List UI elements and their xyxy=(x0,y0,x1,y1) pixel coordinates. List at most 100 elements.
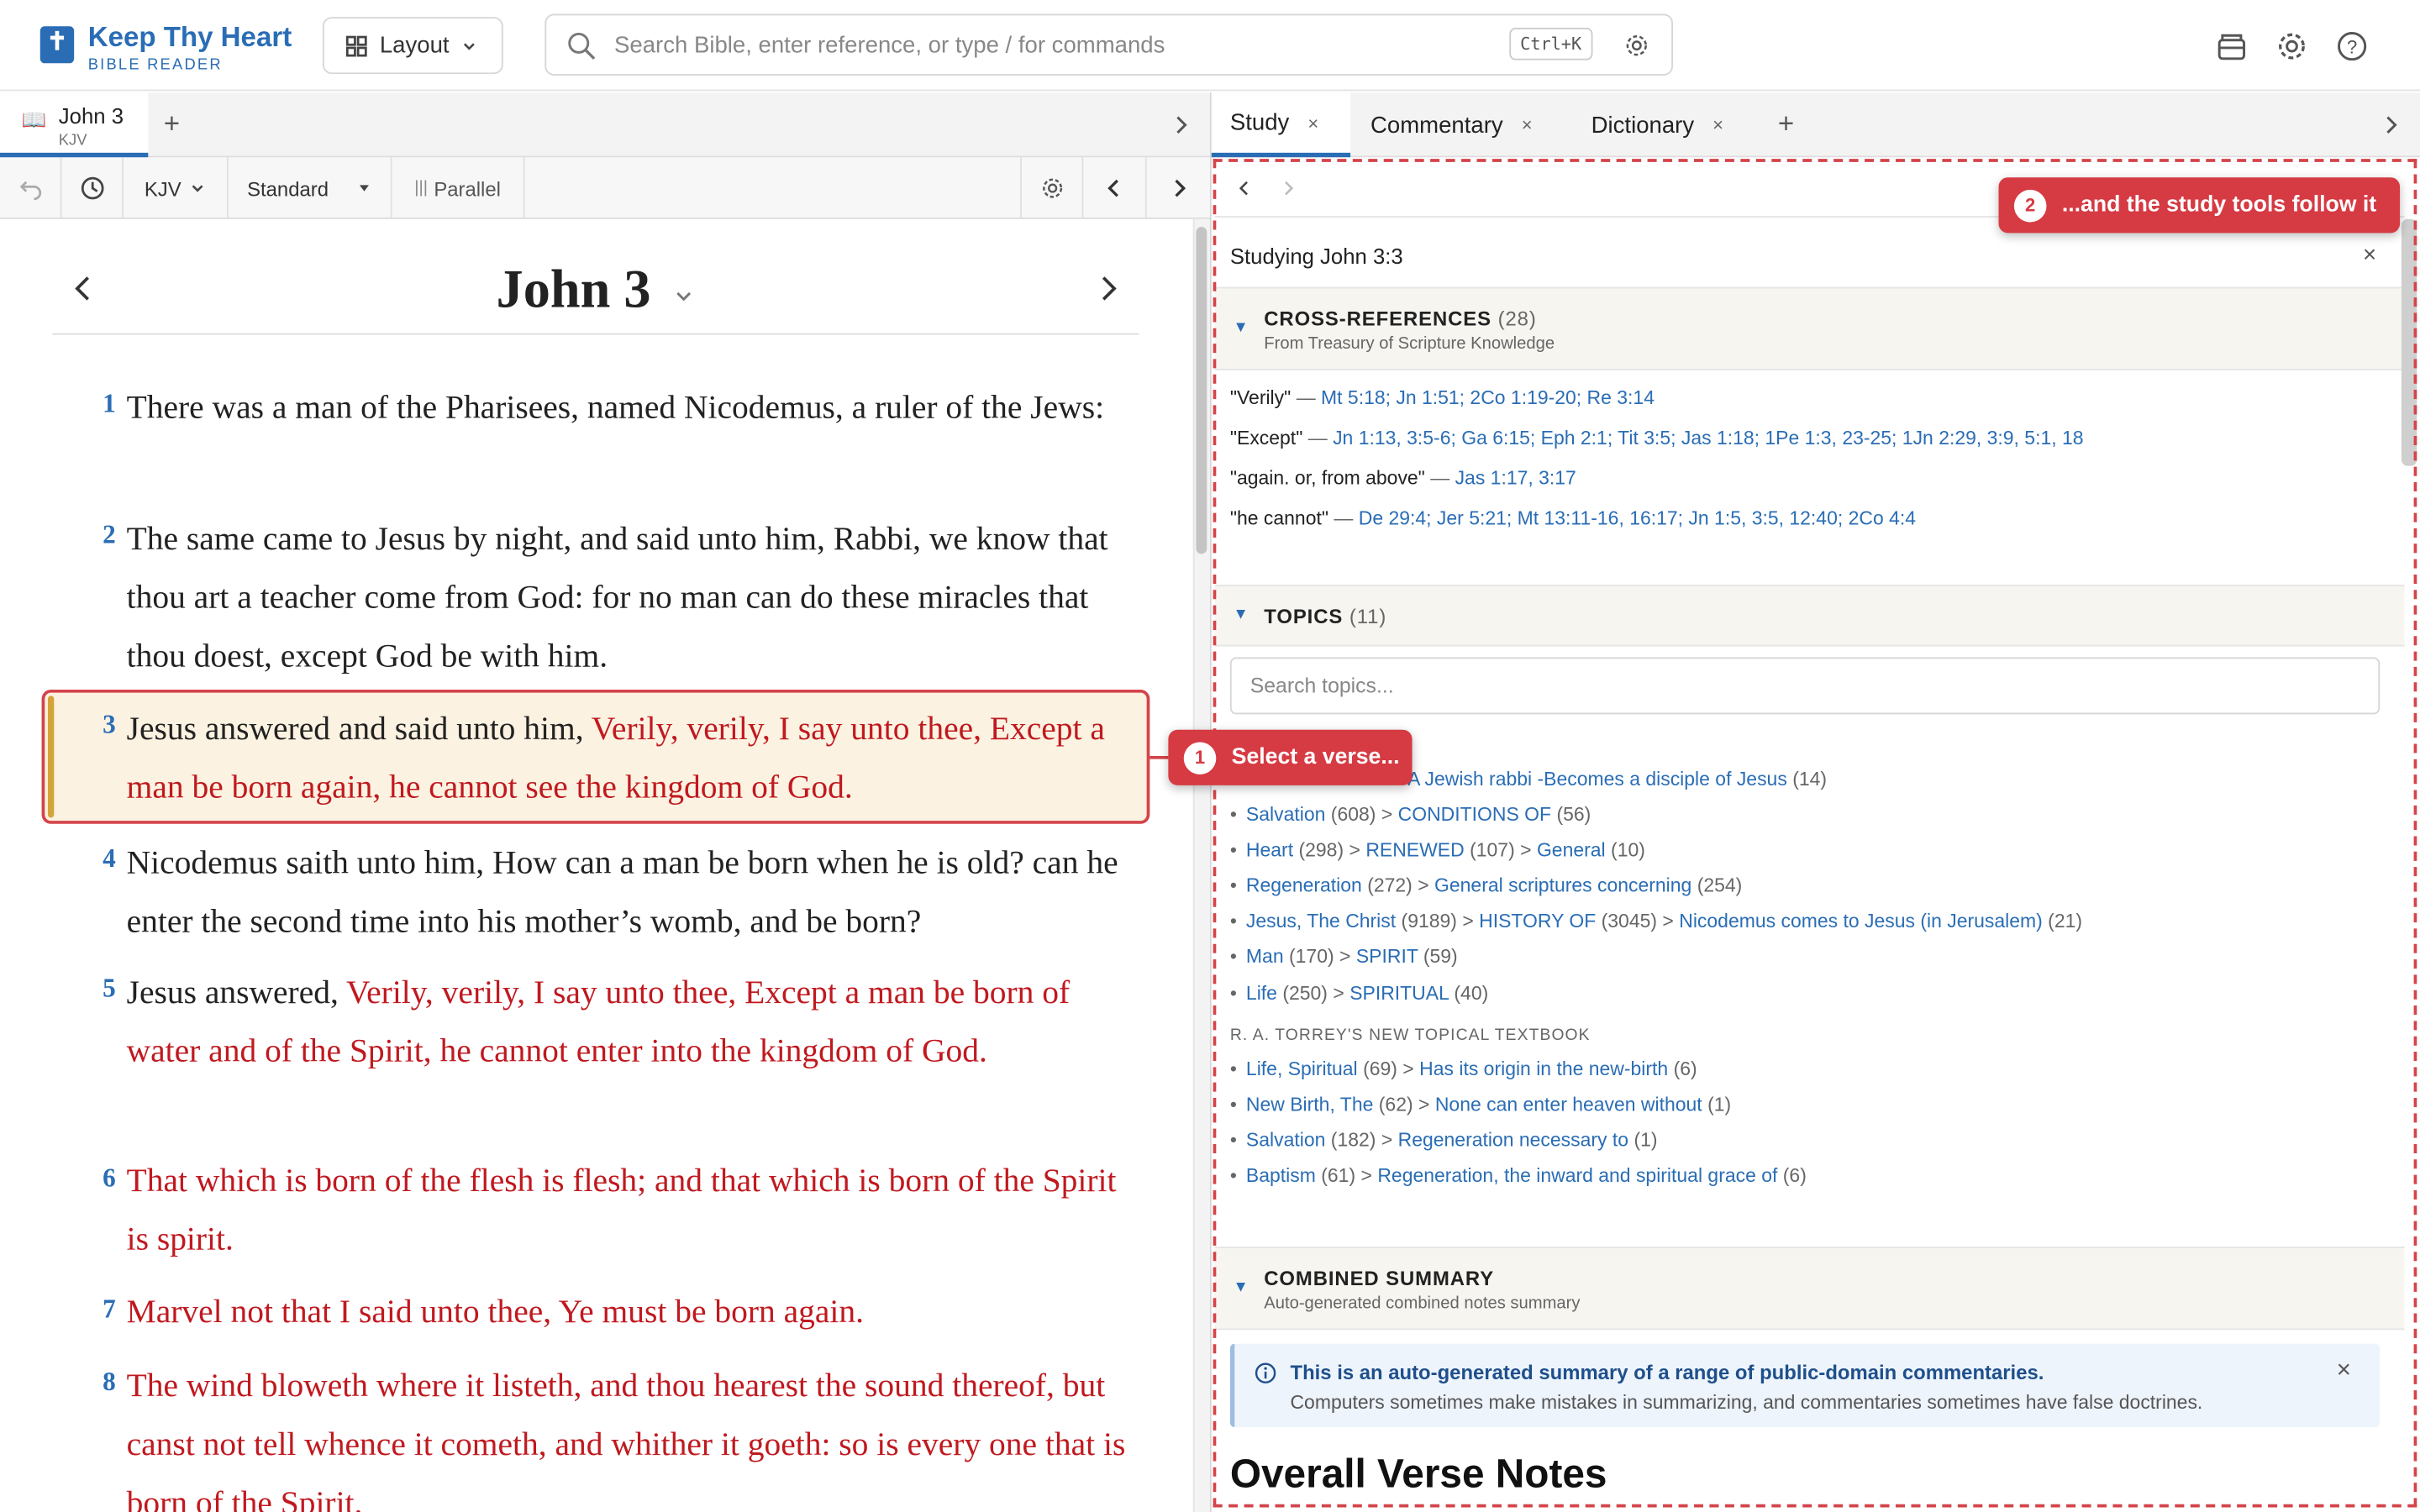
close-tab-icon[interactable]: × xyxy=(1307,112,1318,134)
topic-item[interactable]: • Life, Spiritual (69) > Has its origin i… xyxy=(1230,1058,1697,1080)
topic-item[interactable]: A Jewish rabbi -Becomes a disciple of Je… xyxy=(1407,769,1827,790)
chevron-right-icon[interactable] xyxy=(1170,114,1192,136)
topic-link[interactable]: Life xyxy=(1246,983,1277,1005)
section-title: COMBINED SUMMARY xyxy=(1264,1266,1495,1290)
layout-button[interactable]: Layout xyxy=(322,17,503,75)
top-bar: ✝ Keep Thy Heart BIBLE READER Layout Sea… xyxy=(0,0,2420,92)
topic-item[interactable]: • Jesus, The Christ (9189) > HISTORY OF (… xyxy=(1230,911,2082,932)
reader-settings-button[interactable] xyxy=(1020,157,1084,219)
topics-header[interactable]: ▼ TOPICS (11) xyxy=(1214,585,2405,647)
tab-commentary[interactable]: Commentary × xyxy=(1352,92,1570,157)
combined-summary-header[interactable]: ▼ COMBINED SUMMARY Auto-generated combin… xyxy=(1214,1247,2405,1331)
topic-item[interactable]: • Life (250) > SPIRITUAL (40) xyxy=(1230,983,1488,1005)
prev-chapter-button[interactable] xyxy=(1083,157,1147,219)
callout-text: Select a verse... xyxy=(1231,745,1400,770)
topic-item[interactable]: • New Birth, The (62) > None can enter he… xyxy=(1230,1094,1731,1116)
topic-link[interactable]: SPIRIT xyxy=(1356,946,1418,968)
verse-number: 6 xyxy=(103,1163,116,1193)
verse-7[interactable]: Marvel not that I said unto thee, Ye mus… xyxy=(127,1282,1145,1341)
help-icon[interactable]: ? xyxy=(2335,29,2369,63)
topic-item[interactable]: • Regeneration (272) > General scriptures… xyxy=(1230,874,1742,896)
settings-gear-icon[interactable] xyxy=(2275,29,2308,63)
topic-link[interactable]: Has its origin in the new-birth xyxy=(1419,1058,1668,1080)
forward-arrow-icon[interactable] xyxy=(1281,179,1296,197)
topic-count: (1) xyxy=(1707,1094,1732,1116)
history-button[interactable] xyxy=(61,157,124,219)
display-mode-label: Standard xyxy=(247,176,329,200)
chevron-down-icon xyxy=(192,185,204,192)
verse-6[interactable]: That which is born of the flesh is flesh… xyxy=(127,1151,1145,1268)
topic-link[interactable]: New Birth, The xyxy=(1246,1094,1373,1116)
close-study-icon[interactable]: × xyxy=(2363,242,2376,268)
xref-row: "he cannot" — De 29:4; Jer 5:21; Mt 13:1… xyxy=(1230,507,1916,529)
topic-link[interactable]: HISTORY OF xyxy=(1479,911,1596,932)
next-chapter-button[interactable] xyxy=(1147,157,1210,218)
verse-text: Jesus answered, xyxy=(126,973,346,1011)
search-bar[interactable]: Search Bible, enter reference, or type /… xyxy=(544,13,1673,76)
chapter-title[interactable]: John 3 xyxy=(0,260,1192,321)
xref-links[interactable]: Jas 1:17, 3:17 xyxy=(1455,468,1576,490)
verse-8[interactable]: The wind bloweth where it listeth, and t… xyxy=(127,1356,1145,1512)
section-subtitle: Auto-generated combined notes summary xyxy=(1264,1294,1581,1314)
topic-link[interactable]: Regeneration necessary to xyxy=(1398,1129,1628,1151)
topic-link[interactable]: RENEWED xyxy=(1365,839,1464,861)
search-settings-gear-icon[interactable] xyxy=(1623,33,1649,59)
topic-link[interactable]: Life, Spiritual xyxy=(1246,1058,1358,1080)
tab-label: Dictionary xyxy=(1591,112,1695,139)
topic-item[interactable]: • Salvation (608) > CONDITIONS OF (56) xyxy=(1230,804,1591,826)
tab-study[interactable]: Study × xyxy=(1211,92,1351,158)
xref-links[interactable]: Mt 5:18; Jn 1:51; 2Co 1:19-20; Re 3:14 xyxy=(1321,387,1655,409)
topic-link[interactable]: Man xyxy=(1246,946,1284,968)
topic-link[interactable]: Regeneration, the inward and spiritual g… xyxy=(1377,1165,1777,1187)
topic-link[interactable]: Regeneration xyxy=(1246,874,1362,896)
topic-link[interactable]: Salvation xyxy=(1246,1129,1325,1151)
display-mode-select[interactable]: Standard xyxy=(229,157,392,219)
close-tab-icon[interactable]: × xyxy=(1522,114,1533,136)
next-chapter-arrow-icon[interactable] xyxy=(1096,275,1120,302)
study-scrollbar-thumb[interactable] xyxy=(2401,218,2417,466)
verse-3[interactable]: Jesus answered and said unto him, Verily… xyxy=(127,699,1145,816)
topic-item[interactable]: • Baptism (61) > Regeneration, the inward… xyxy=(1230,1165,1807,1187)
reader-scrollbar-thumb[interactable] xyxy=(1196,226,1207,554)
version-select[interactable]: KJV xyxy=(124,157,229,219)
topic-link[interactable]: General xyxy=(1537,839,1606,861)
topic-item[interactable]: • Man (170) > SPIRIT (59) xyxy=(1230,946,1458,968)
verse-4[interactable]: Nicodemus saith unto him, How can a man … xyxy=(127,833,1145,951)
topic-link[interactable]: Jesus, The Christ xyxy=(1246,911,1396,932)
add-tab-button[interactable]: + xyxy=(164,108,180,141)
topic-item[interactable]: • Salvation (182) > Regeneration necessar… xyxy=(1230,1129,1658,1151)
search-input[interactable]: Search Bible, enter reference, or type /… xyxy=(614,33,1165,59)
verse-2[interactable]: The same came to Jesus by night, and sai… xyxy=(127,509,1145,685)
parallel-button[interactable]: ||| Parallel xyxy=(392,157,525,219)
tab-dictionary[interactable]: Dictionary × xyxy=(1573,92,1774,157)
torrey-label: R. A. TORREY'S NEW TOPICAL TEXTBOOK xyxy=(1229,1026,1591,1045)
topic-link[interactable]: SPIRITUAL xyxy=(1349,983,1449,1005)
topic-link[interactable]: Heart xyxy=(1246,839,1293,861)
topic-search-input[interactable]: Search topics... xyxy=(1229,657,2381,715)
verse-5[interactable]: Jesus answered, Verily, verily, I say un… xyxy=(127,963,1145,1080)
close-notice-icon[interactable]: × xyxy=(2337,1357,2351,1385)
add-tab-button[interactable]: + xyxy=(1778,108,1794,141)
topic-link[interactable]: None can enter heaven without xyxy=(1435,1094,1702,1116)
topic-link[interactable]: General scriptures concerning xyxy=(1434,874,1691,896)
tab-john-3[interactable]: 📖 John 3 KJV xyxy=(0,92,149,158)
verse-text: Jesus answered and said unto him, xyxy=(126,709,592,747)
bookshelf-icon[interactable] xyxy=(2215,29,2249,63)
xref-links[interactable]: Jn 1:13, 3:5-6; Ga 6:15; Eph 2:1; Tit 3:… xyxy=(1333,428,2083,449)
topic-link[interactable]: Nicodemus comes to Jesus (in Jerusalem) xyxy=(1679,911,2043,932)
close-tab-icon[interactable]: × xyxy=(1712,114,1723,136)
chapter-title-text: John 3 xyxy=(496,259,651,320)
chevron-right-icon[interactable] xyxy=(2380,114,2402,136)
undo-button[interactable] xyxy=(0,157,62,219)
topic-count: (56) xyxy=(1556,803,1591,826)
topic-link[interactable]: Baptism xyxy=(1246,1165,1316,1187)
verse-1[interactable]: There was a man of the Pharisees, named … xyxy=(127,378,1145,437)
cross-references-header[interactable]: ▼ CROSS-REFERENCES (28) From Treasury of… xyxy=(1214,286,2405,370)
topic-link[interactable]: Salvation xyxy=(1246,804,1325,826)
svg-text:?: ? xyxy=(2347,36,2357,57)
xref-links[interactable]: De 29:4; Jer 5:21; Mt 13:11-16, 16:17; J… xyxy=(1359,507,1916,529)
back-arrow-icon[interactable] xyxy=(1236,179,1251,197)
topic-link[interactable]: CONDITIONS OF xyxy=(1398,804,1551,826)
bible-reader: John 3 1 There was a man of the Pharisee… xyxy=(0,219,1192,1512)
topic-item[interactable]: • Heart (298) > RENEWED (107) > General (… xyxy=(1230,839,1645,861)
